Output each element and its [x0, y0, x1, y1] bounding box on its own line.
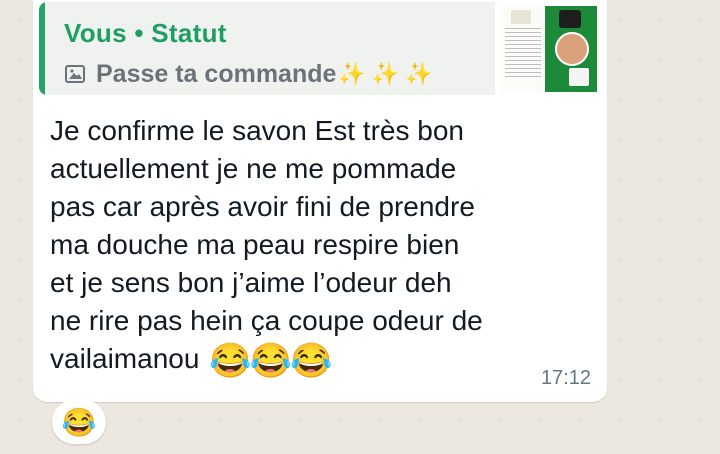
- thumbnail-product-box: [569, 68, 589, 86]
- message-bubble[interactable]: Vous • Statut Passe ta commande ✨✨✨ Je c…: [33, 0, 607, 402]
- thumbnail-image: [501, 6, 597, 92]
- quote-subtitle: Passe ta commande ✨✨✨: [64, 58, 439, 90]
- message-text-block: Je confirme le savon Est très bon actuel…: [50, 112, 610, 378]
- quote-author: Vous • Statut: [64, 18, 227, 48]
- reaction-emoji: 😂: [61, 406, 97, 438]
- status-thumbnail[interactable]: [495, 2, 601, 95]
- thumbnail-text-lines: [505, 28, 541, 78]
- thumbnail-logo: [511, 10, 531, 24]
- quote-text: Passe ta commande: [96, 59, 337, 88]
- reaction-badge[interactable]: 😂: [52, 400, 106, 444]
- quote-accent-bar: [39, 2, 45, 95]
- quoted-status[interactable]: Vous • Statut Passe ta commande ✨✨✨: [39, 2, 601, 95]
- message-text: Je confirme le savon Est très bon actuel…: [50, 115, 483, 374]
- laughing-emojis: 😂😂😂: [209, 342, 332, 380]
- sparkles-emoji: ✨✨✨: [338, 61, 439, 86]
- thumbnail-product-jar: [559, 10, 581, 28]
- thumbnail-portrait: [555, 32, 589, 66]
- message-time: 17:12: [540, 367, 591, 389]
- image-icon: [64, 63, 86, 85]
